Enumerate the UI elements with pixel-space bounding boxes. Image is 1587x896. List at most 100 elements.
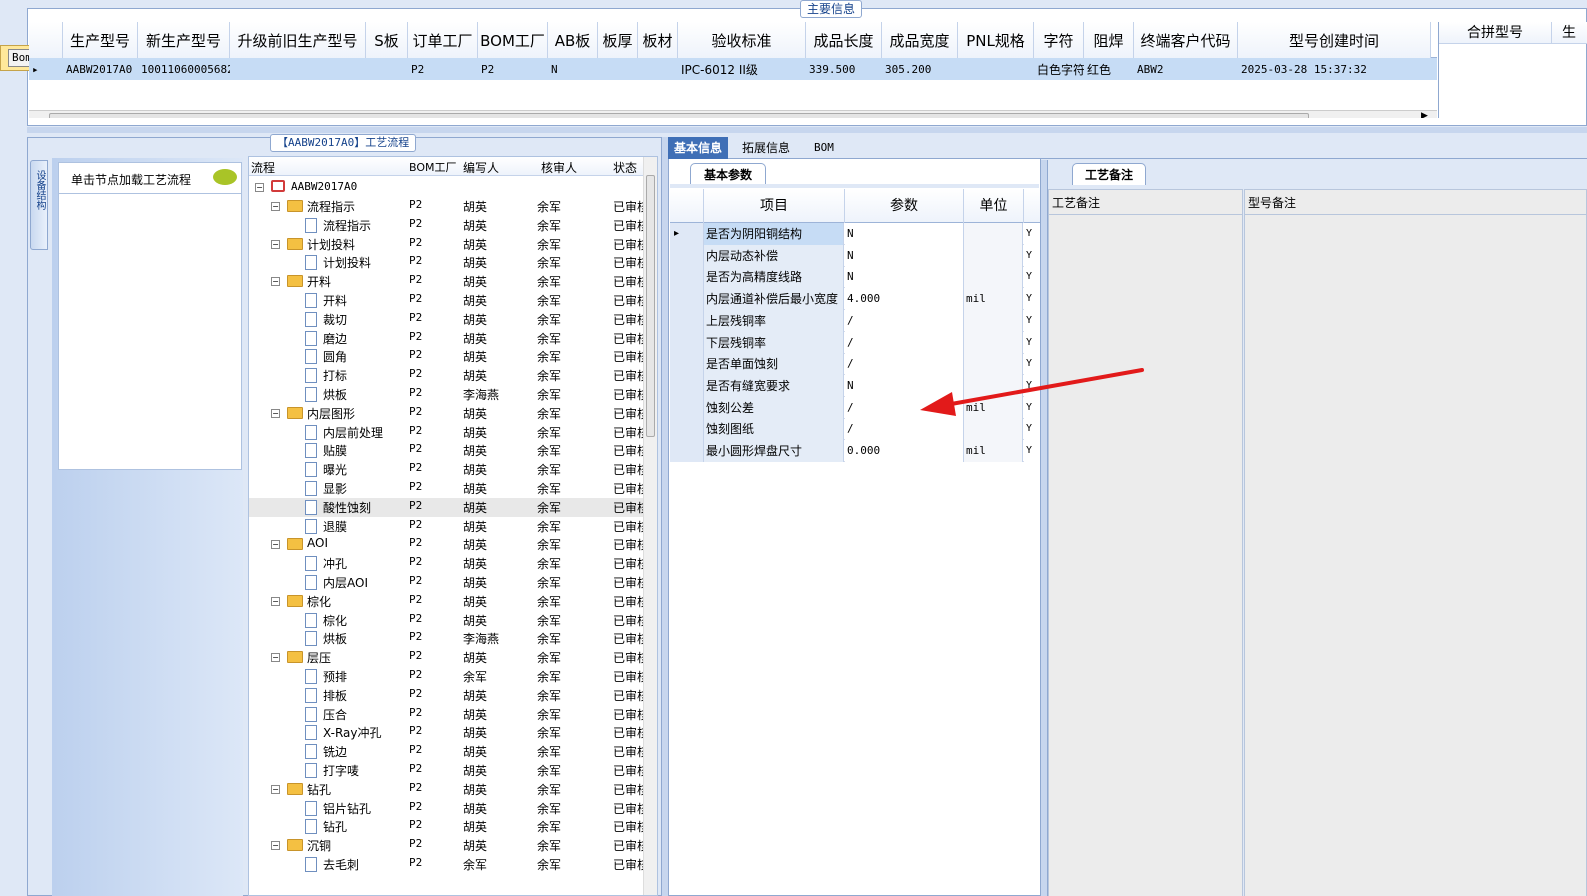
col-header[interactable]: 验收标准 [678, 22, 806, 58]
cell[interactable]: 白色字符 [1034, 58, 1084, 80]
collapse-icon[interactable]: − [271, 596, 280, 606]
collapse-icon[interactable]: − [255, 183, 264, 192]
collapse-icon[interactable]: − [271, 784, 280, 794]
row-selector[interactable] [670, 396, 704, 419]
tree-row[interactable]: 磨边 P2 胡英 余军 已审核 [249, 329, 657, 348]
tree-row[interactable]: 棕化 P2 胡英 余军 已审核 [249, 611, 657, 630]
col-header[interactable]: 订单工厂 [408, 22, 478, 58]
tree-row[interactable]: 烘板 P2 李海燕 余军 已审核 [249, 385, 657, 404]
tree-row[interactable]: − 层压 P2 胡英 余军 已审核 [249, 648, 657, 667]
col-header[interactable]: 板材 [638, 22, 678, 58]
cell[interactable]: IPC-6012 II级 [678, 58, 806, 80]
cell[interactable]: 10011060005682 [138, 58, 230, 80]
tree-row[interactable]: 排板 P2 胡英 余军 已审核 [249, 686, 657, 705]
param-row[interactable]: 最小圆形焊盘尺寸 0.000 mil Y [670, 440, 1040, 462]
param-row[interactable]: 上层残铜率 / Y [670, 309, 1040, 332]
row-selector[interactable] [670, 418, 704, 441]
param-value[interactable]: / [845, 331, 964, 354]
tree-row[interactable]: 内层AOI P2 胡英 余军 已审核 [249, 573, 657, 592]
collapse-icon[interactable]: − [271, 540, 280, 550]
row-selector[interactable] [670, 288, 704, 311]
tab-extended-info[interactable]: 拓展信息 [736, 137, 796, 159]
cell[interactable]: 红色 [1084, 58, 1134, 80]
tree-row[interactable]: 钻孔 P2 胡英 余军 已审核 [249, 817, 657, 836]
tree-row[interactable]: 预排 P2 余军 余军 已审核 [249, 667, 657, 686]
cell[interactable] [638, 58, 678, 80]
col-header[interactable]: 阻焊 [1084, 22, 1134, 58]
tree-root[interactable]: − AABW2017A0 [249, 178, 647, 197]
tree-row[interactable]: 显影 P2 胡英 余军 已审核 [249, 479, 657, 498]
param-value[interactable]: 4.000 [845, 288, 964, 311]
horizontal-scrollbar[interactable]: ▶ [29, 110, 1437, 118]
collapse-icon[interactable]: − [271, 277, 280, 287]
row-selector[interactable] [670, 309, 704, 332]
sub-tab-basic-params[interactable]: 基本参数 [690, 163, 766, 185]
col-header[interactable]: 终端客户代码 [1134, 22, 1238, 58]
tree-row[interactable]: 铝片钻孔 P2 胡英 余军 已审核 [249, 799, 657, 818]
tree-row[interactable]: 圆角 P2 胡英 余军 已审核 [249, 347, 657, 366]
row-selector[interactable]: ▸ [670, 223, 704, 245]
param-row[interactable]: 内层动态补偿 N Y [670, 244, 1040, 267]
model-remarks-input[interactable] [1245, 214, 1586, 896]
tree-row[interactable]: 酸性蚀刻 P2 胡英 余军 已审核 [249, 497, 657, 517]
cell[interactable]: 2025-03-28 15:37:32 [1238, 58, 1431, 80]
param-row[interactable]: 是否为高精度线路 N Y [670, 266, 1040, 289]
remarks-tab[interactable]: 工艺备注 [1072, 163, 1146, 185]
tree-row[interactable]: 裁切 P2 胡英 余军 已审核 [249, 310, 657, 329]
tree-row[interactable]: 贴膜 P2 胡英 余军 已审核 [249, 441, 657, 460]
cell[interactable]: 305.200 [882, 58, 958, 80]
row-selector[interactable] [670, 374, 704, 397]
cell[interactable]: P2 [408, 58, 478, 80]
row-selector[interactable] [670, 244, 704, 267]
col-header[interactable]: AB板 [548, 22, 598, 58]
horizontal-splitter[interactable] [27, 127, 1587, 133]
col-header[interactable]: 升级前旧生产型号 [230, 22, 366, 58]
collapse-icon[interactable]: − [271, 841, 280, 851]
col-header[interactable]: BOM工厂 [478, 22, 548, 58]
col-header[interactable]: 新生产型号 [138, 22, 230, 58]
col-header[interactable]: 字符 [1034, 22, 1084, 58]
tree-row[interactable]: 打标 P2 胡英 余军 已审核 [249, 366, 657, 385]
tree-row[interactable]: 压合 P2 胡英 余军 已审核 [249, 705, 657, 724]
tree-row[interactable]: − 棕化 P2 胡英 余军 已审核 [249, 592, 657, 611]
tree-row[interactable]: 内层前处理 P2 胡英 余军 已审核 [249, 423, 657, 442]
tree-row[interactable]: 流程指示 P2 胡英 余军 已审核 [249, 216, 657, 235]
param-row[interactable]: 内层通道补偿后最小宽度 4.000 mil Y [670, 288, 1040, 311]
collapse-icon[interactable]: − [271, 653, 280, 663]
tree-row[interactable]: 退膜 P2 胡英 余军 已审核 [249, 517, 657, 536]
tab-bom[interactable]: BOM [808, 137, 840, 159]
tree-row[interactable]: 曝光 P2 胡英 余军 已审核 [249, 460, 657, 479]
collapse-icon[interactable]: − [271, 202, 280, 211]
col-header[interactable]: 型号创建时间 [1238, 22, 1431, 58]
cell[interactable]: AABW2017A0 [63, 58, 138, 80]
tree-row[interactable]: 计划投料 P2 胡英 余军 已审核 [249, 253, 657, 272]
tree-row[interactable]: − 内层图形 P2 胡英 余军 已审核 [249, 404, 657, 423]
param-value[interactable]: N [845, 223, 964, 245]
cell[interactable]: ABW2 [1134, 58, 1238, 80]
collapse-icon[interactable]: − [271, 408, 280, 418]
collapse-icon[interactable]: − [271, 239, 280, 249]
col-header[interactable]: 成品宽度 [882, 22, 958, 58]
scroll-right-icon[interactable]: ▶ [1421, 111, 1433, 118]
tree-row[interactable]: − 计划投料 P2 胡英 余军 已审核 [249, 235, 657, 254]
cell[interactable]: P2 [478, 58, 548, 80]
tree-row[interactable]: − 沉铜 P2 胡英 余军 已审核 [249, 836, 657, 855]
col-header[interactable]: 板厚 [598, 22, 638, 58]
tree-row[interactable]: − 钻孔 P2 胡英 余军 已审核 [249, 780, 657, 799]
tree-row[interactable]: 烘板 P2 李海燕 余军 已审核 [249, 629, 657, 648]
param-value[interactable]: N [845, 266, 964, 289]
cell[interactable]: N [548, 58, 598, 80]
col-header[interactable]: 成品长度 [806, 22, 882, 58]
tree-row[interactable]: − 流程指示 P2 胡英 余军 已审核 [249, 197, 657, 216]
param-row[interactable]: ▸ 是否为阴阳铜结构 N Y [670, 223, 1040, 245]
tree-vscroll[interactable] [643, 157, 657, 895]
row-selector[interactable] [670, 440, 704, 462]
tree-row[interactable]: 打字唛 P2 胡英 余军 已审核 [249, 761, 657, 780]
cell[interactable]: 339.500 [806, 58, 882, 80]
tree-row[interactable]: 冲孔 P2 胡英 余军 已审核 [249, 554, 657, 573]
tree-row[interactable]: X-Ray冲孔 P2 胡英 余军 已审核 [249, 723, 657, 742]
col-header[interactable]: S板 [366, 22, 408, 58]
tree-row[interactable]: 铣边 P2 胡英 余军 已审核 [249, 742, 657, 761]
grid-row-selected[interactable]: ▸ AABW2017A0 10011060005682 P2 P2 N IPC-6012 I… [29, 58, 1437, 80]
row-selector[interactable] [670, 266, 704, 289]
